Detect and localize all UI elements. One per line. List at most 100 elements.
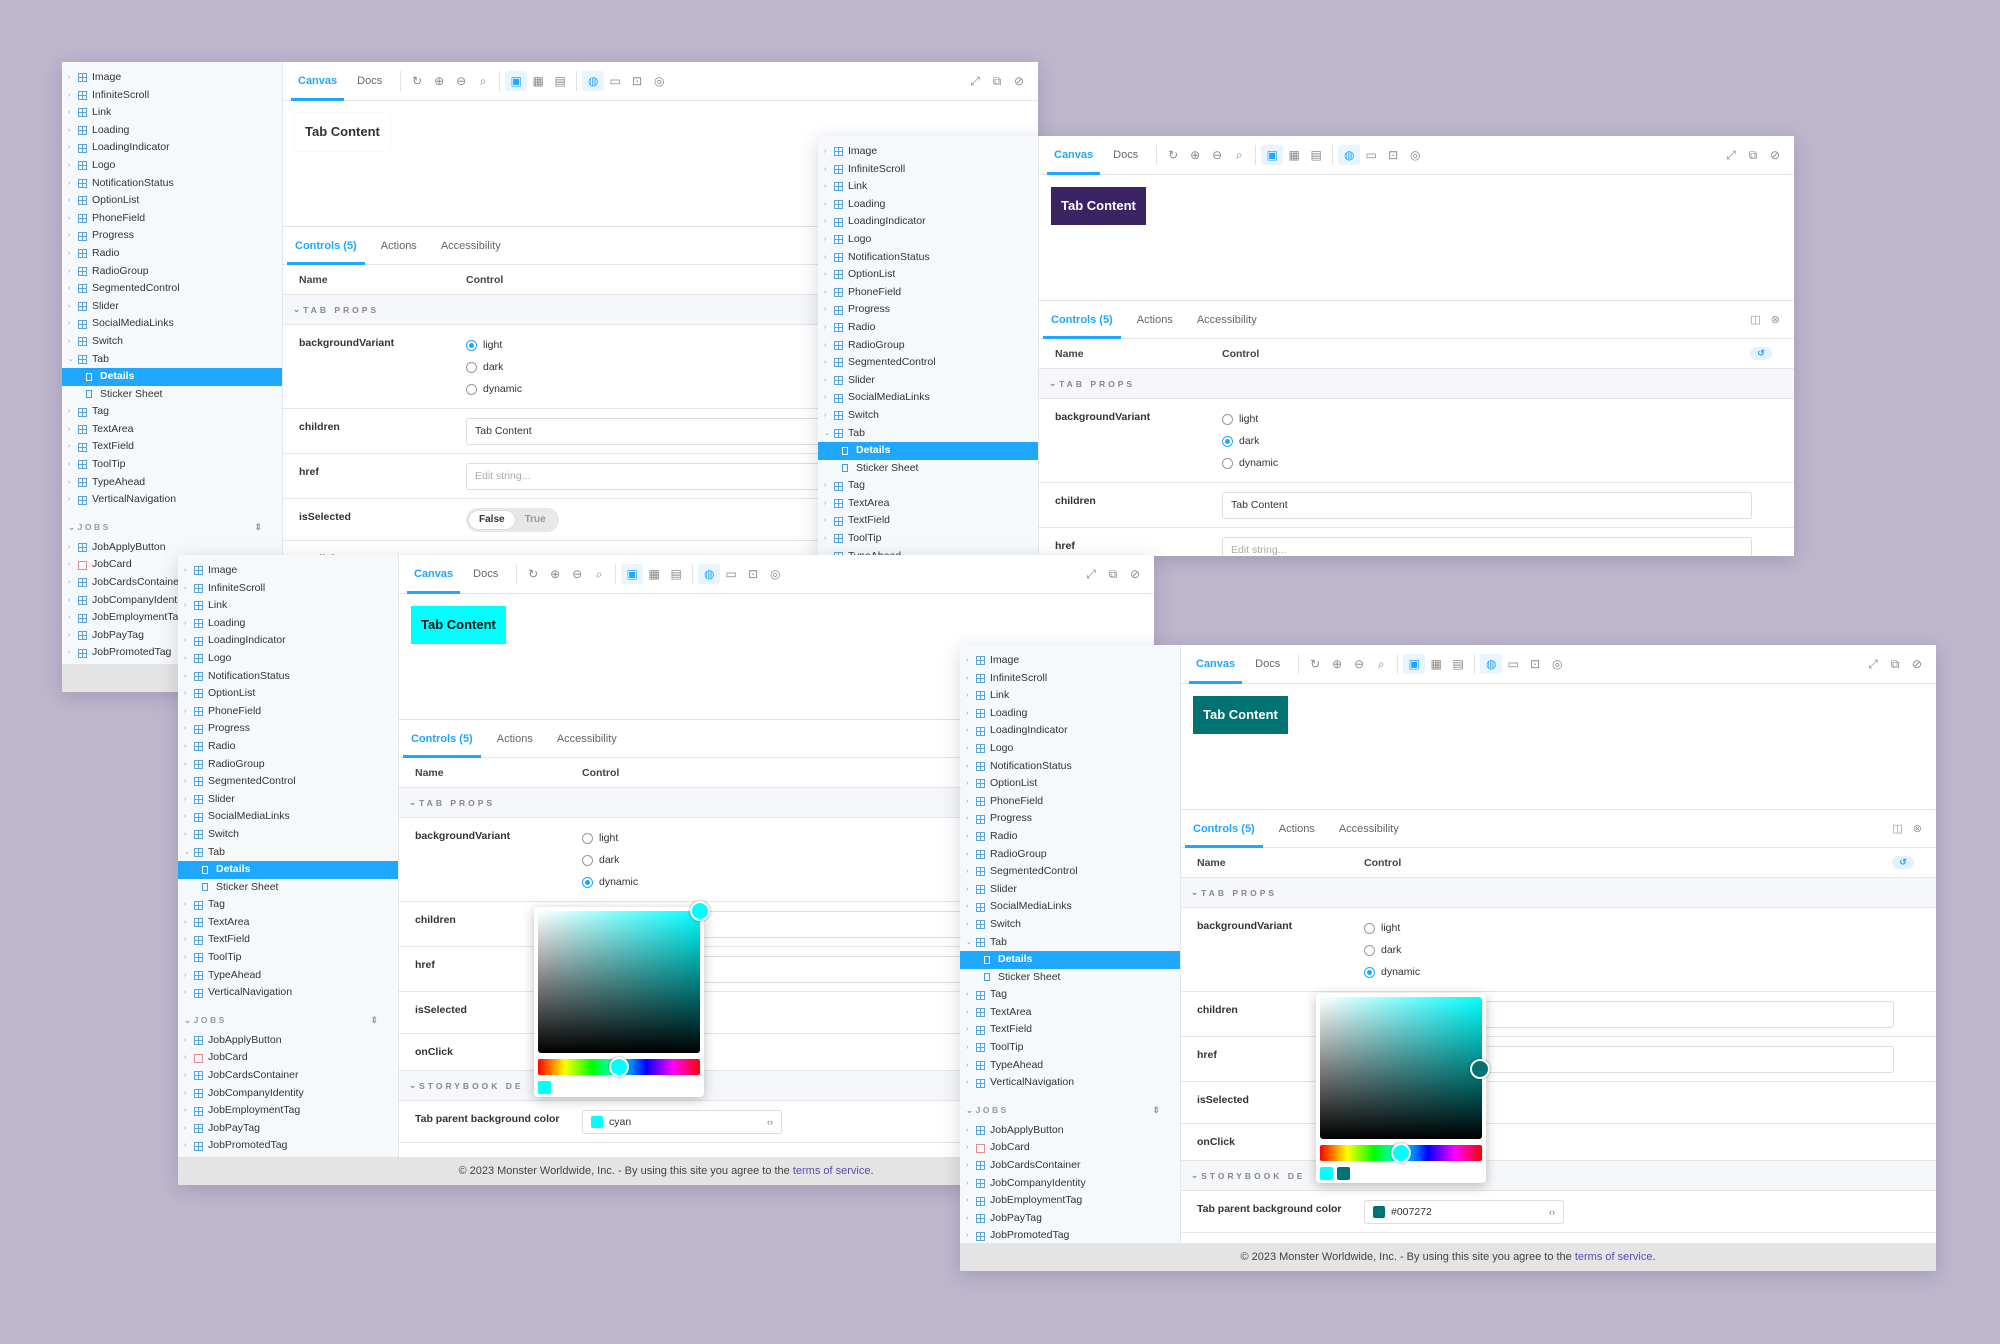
expand-caret-icon[interactable]: › [966,898,974,916]
expand-caret-icon[interactable]: › [824,284,832,302]
radio-circle[interactable] [1364,944,1375,956]
background-icon[interactable]: ▣ [1403,654,1426,674]
expand-caret-icon[interactable]: › [68,491,76,509]
expand-caret-icon[interactable]: ⌄ [966,934,974,952]
expand-caret-icon[interactable]: › [68,139,76,157]
tree-item-image[interactable]: › Image [62,69,282,87]
tab-accessibility[interactable]: Accessibility [549,720,625,758]
expand-caret-icon[interactable]: › [966,1227,974,1243]
tab-controls[interactable]: Controls (5) [287,227,365,265]
expand-caret-icon[interactable]: › [966,1074,974,1092]
tree-item-typeahead[interactable]: › TypeAhead [960,1057,1180,1075]
expand-caret-icon[interactable]: › [184,914,192,932]
color-input[interactable]: cyan ‹› [582,1110,782,1134]
collapse-toggle-icon[interactable]: ⇕ [254,515,262,539]
copy-link-icon[interactable]: ⊘ [1124,567,1146,582]
zoom-in-icon[interactable]: ⊕ [1184,148,1206,162]
tree-item-progress[interactable]: › Progress [960,810,1180,828]
expand-caret-icon[interactable]: › [68,280,76,298]
expand-caret-icon[interactable]: › [966,687,974,705]
tree-item-loadingindicator[interactable]: › LoadingIndicator [960,722,1180,740]
accessibility-icon[interactable]: ◎ [648,74,670,88]
fullscreen-icon[interactable]: ⤢ [964,74,986,89]
terms-of-service-link[interactable]: terms of service [793,1165,871,1177]
expand-caret-icon[interactable]: › [68,69,76,87]
expand-caret-icon[interactable]: › [824,231,832,249]
true-option[interactable]: True [515,511,556,529]
expand-caret-icon[interactable]: › [68,298,76,316]
tree-item-notificationstatus[interactable]: › NotificationStatus [178,668,398,686]
expand-caret-icon[interactable]: › [966,722,974,740]
open-new-tab-icon[interactable]: ⧉ [1102,567,1124,582]
group-tab-props[interactable]: ⌄ TAB PROPS [1039,369,1794,399]
expand-caret-icon[interactable]: › [966,705,974,723]
expand-caret-icon[interactable]: › [966,1175,974,1193]
story-sticker-sheet[interactable]: Sticker Sheet [178,879,398,897]
expand-caret-icon[interactable]: › [184,1049,192,1067]
tree-item-jobcard[interactable]: › JobCard [178,1049,398,1067]
zoom-out-icon[interactable]: ⊖ [566,567,588,581]
tree-item-tab[interactable]: ⌄ Tab [62,351,282,369]
globe-icon[interactable]: ◍ [582,71,605,91]
radio-circle[interactable] [1364,966,1375,978]
globe-icon[interactable]: ◍ [1338,145,1361,165]
tree-item-progress[interactable]: › Progress [178,720,398,738]
tree-item-jobpaytag[interactable]: › JobPayTag [178,1120,398,1138]
expand-caret-icon[interactable]: ⌄ [184,844,192,862]
tree-item-optionlist[interactable]: › OptionList [178,685,398,703]
radio-circle[interactable] [1222,413,1233,425]
tree-item-image[interactable]: › Image [818,143,1038,161]
tree-item-textarea[interactable]: › TextArea [818,495,1038,513]
tree-item-loading[interactable]: › Loading [178,615,398,633]
accessibility-icon[interactable]: ◎ [1404,148,1426,162]
tab-controls[interactable]: Controls (5) [403,720,481,758]
expand-caret-icon[interactable]: › [68,157,76,175]
expand-caret-icon[interactable]: › [966,652,974,670]
expand-caret-icon[interactable]: › [68,192,76,210]
expand-caret-icon[interactable]: › [184,685,192,703]
expand-caret-icon[interactable]: › [184,1102,192,1120]
story-sticker-sheet[interactable]: Sticker Sheet [62,386,282,404]
tree-item-textarea[interactable]: › TextArea [960,1004,1180,1022]
code-toggle-icon[interactable]: ‹› [767,1117,773,1127]
open-new-tab-icon[interactable]: ⧉ [1884,657,1906,672]
tree-item-link[interactable]: › Link [818,178,1038,196]
open-new-tab-icon[interactable]: ⧉ [1742,148,1764,163]
expand-caret-icon[interactable]: › [68,644,76,662]
expand-caret-icon[interactable]: › [966,846,974,864]
radio-dark[interactable]: dark [1222,430,1794,452]
expand-caret-icon[interactable]: › [824,143,832,161]
tree-item-socialmedialinks[interactable]: › SocialMediaLinks [960,898,1180,916]
tree-item-logo[interactable]: › Logo [62,157,282,175]
tree-item-logo[interactable]: › Logo [818,231,1038,249]
expand-caret-icon[interactable]: › [966,810,974,828]
expand-caret-icon[interactable]: › [68,87,76,105]
grid-icon[interactable]: ▦ [527,74,549,88]
expand-caret-icon[interactable]: › [184,650,192,668]
expand-caret-icon[interactable]: › [966,881,974,899]
tree-item-progress[interactable]: › Progress [818,301,1038,319]
tree-item-loading[interactable]: › Loading [960,705,1180,723]
group-storybook-decorators[interactable]: ⌄ STORYBOOK DE [1181,1161,1936,1191]
expand-caret-icon[interactable]: › [824,477,832,495]
tree-item-switch[interactable]: › Switch [960,916,1180,934]
tree-item-jobapplybutton[interactable]: › JobApplyButton [178,1032,398,1050]
tree-item-notificationstatus[interactable]: › NotificationStatus [62,175,282,193]
tree-item-verticalnavigation[interactable]: › VerticalNavigation [178,984,398,1002]
tree-item-socialmedialinks[interactable]: › SocialMediaLinks [62,315,282,333]
copy-link-icon[interactable]: ⊘ [1906,657,1928,672]
tree-item-segmentedcontrol[interactable]: › SegmentedControl [818,354,1038,372]
tab-canvas[interactable]: Canvas [1189,645,1242,684]
expand-caret-icon[interactable]: › [184,808,192,826]
swatch-cyan[interactable] [1320,1167,1333,1180]
zoom-reset-icon[interactable]: ⌕ [472,74,494,89]
reset-controls-icon[interactable]: ↺ [1750,347,1772,360]
expand-caret-icon[interactable]: › [184,1067,192,1085]
tab-canvas[interactable]: Canvas [407,555,460,594]
globe-icon[interactable]: ◍ [1480,654,1503,674]
story-sticker-sheet[interactable]: Sticker Sheet [818,460,1038,478]
expand-caret-icon[interactable]: › [824,354,832,372]
expand-caret-icon[interactable]: › [824,407,832,425]
tree-item-loading[interactable]: › Loading [818,196,1038,214]
viewport-icon[interactable]: ▭ [720,567,742,581]
